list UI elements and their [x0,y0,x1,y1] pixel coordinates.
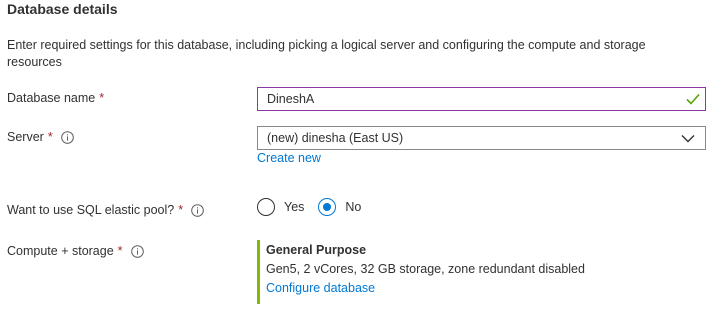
server-select-value: (new) dinesha (East US) [267,131,404,145]
section-title: Database details [7,1,118,17]
compute-tier-spec: Gen5, 2 vCores, 32 GB storage, zone redu… [266,262,585,276]
server-select[interactable]: (new) dinesha (East US) [257,126,706,150]
info-icon[interactable] [60,130,74,144]
database-name-label: Database name * [7,91,104,105]
server-label: Server * [7,130,74,144]
configure-database-link[interactable]: Configure database [266,281,375,295]
compute-storage-label: Compute + storage * [7,244,144,258]
radio-button-unselected[interactable] [257,198,275,216]
elastic-pool-option-no[interactable]: No [318,198,361,216]
radio-label-yes: Yes [284,200,305,214]
elastic-pool-label-text: Want to use SQL elastic pool? [7,203,175,217]
compute-tier-card: General Purpose Gen5, 2 vCores, 32 GB st… [257,240,617,304]
required-indicator: * [178,203,184,217]
compute-tier-name: General Purpose [266,243,367,257]
database-name-label-text: Database name [7,91,96,105]
radio-button-selected[interactable] [318,198,337,216]
required-indicator: * [117,244,123,258]
database-name-input[interactable] [257,87,706,111]
info-icon[interactable] [130,244,144,258]
elastic-pool-label: Want to use SQL elastic pool? * [7,203,204,217]
server-label-text: Server [7,130,44,144]
required-indicator: * [99,91,105,105]
chevron-down-icon [681,134,695,142]
create-new-server-link[interactable]: Create new [257,151,321,165]
section-description: Enter required settings for this databas… [7,38,646,69]
checkmark-icon [686,93,700,105]
elastic-pool-option-yes[interactable]: Yes [257,198,304,216]
info-icon[interactable] [191,203,204,217]
compute-storage-label-text: Compute + storage [7,244,114,258]
radio-label-no: No [345,200,362,214]
required-indicator: * [47,130,53,144]
elastic-pool-radio-group: Yes No [257,198,361,216]
